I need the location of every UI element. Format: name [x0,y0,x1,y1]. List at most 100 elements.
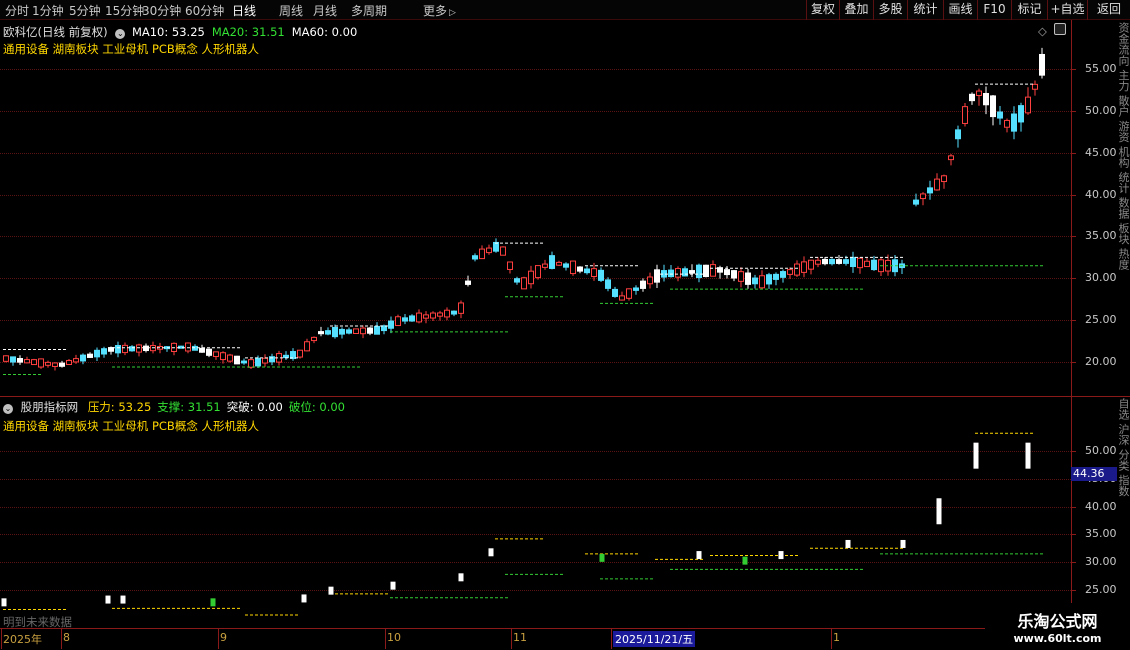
candle-body [668,269,674,278]
indicator-name[interactable]: 股朋指标网 [21,400,79,414]
candle-body [1004,119,1010,128]
candle-body [794,263,800,276]
candle-body [843,259,849,264]
sub-value-0: 压力: 53.25 [87,400,152,414]
candle-body [801,261,807,273]
period-tab-6[interactable]: 日线 [232,2,256,19]
main-ylabel: 55.00 [1085,62,1117,75]
toolbar-button-7[interactable]: +自选 [1047,0,1087,20]
indicator-bar [120,595,126,604]
candle-body [3,355,9,362]
period-tab-5[interactable]: 60分钟 [185,2,224,19]
candle-body [458,302,464,314]
toolbar-button-0[interactable]: 复权 [806,0,839,20]
candle-body [346,329,352,334]
candle-body [591,268,597,278]
x-axis-tick [385,629,386,649]
indicator-bar [301,594,307,603]
x-axis-label-3: 10 [387,631,401,644]
candle-body [493,241,499,252]
candle-body [780,271,786,278]
main-ylabel: 30.00 [1085,271,1117,285]
candle-body [1011,113,1017,132]
candle-body [710,264,716,277]
period-tab-9[interactable]: 多周期 [351,2,387,19]
candle-body [297,349,303,358]
toolbar-button-3[interactable]: 统计 [907,0,943,20]
candle-body [773,273,779,280]
candle-body [374,325,380,335]
sub-value-1: 支撑: 31.51 [157,400,221,414]
candle-body [570,260,576,275]
main-ytick [1071,278,1076,280]
period-tab-0[interactable]: 分时 [5,2,29,19]
candle-body [325,330,331,335]
period-tab-4[interactable]: 30分钟 [142,2,181,19]
toolbar-button-2[interactable]: 多股 [873,0,907,20]
candle-body [472,255,478,260]
period-tab-1[interactable]: 1分钟 [32,2,64,19]
candle-body [87,353,93,358]
candle-body [927,187,933,194]
indicator-bar [742,556,748,565]
sub-ylabel: 35.00 [1085,527,1117,541]
period-tab-8[interactable]: 月线 [313,2,337,19]
candle-body [759,275,765,289]
candle-body [136,344,142,353]
toolbar-button-1[interactable]: 叠加 [839,0,873,20]
candle-body [626,288,632,299]
current-price-tag: 44.36 [1071,467,1117,481]
x-axis-tick [511,629,512,649]
candle-body [787,269,793,275]
toolbar-button-5[interactable]: F10 [977,0,1011,20]
toolbar-button-6[interactable]: 标记 [1011,0,1047,20]
main-right-strip[interactable]: 资金流向 主力 散户 游资 机构 统计 数据 板块 热度 [1117,22,1130,394]
candlestick-chart[interactable] [0,22,1071,394]
candle-body [486,247,492,254]
period-tab-3[interactable]: 15分钟 [105,2,144,19]
candle-body [360,327,366,335]
candle-body [521,277,527,290]
candle-body [73,358,79,363]
sub-right-strip[interactable]: 自选 沪深 分类 指数 [1117,398,1130,608]
sub-chart-header: ⌄ 股朋指标网 压力: 53.25 支撑: 31.51 突破: 0.00 破位: 0.… [3,399,345,415]
toolbar-button-8[interactable]: 返回 [1087,0,1130,20]
candle-body [850,256,856,268]
watermark-url: www.60lt.com [1013,632,1102,645]
indicator-chart[interactable] [0,420,1071,620]
sub-settings-icon[interactable]: ⌄ [3,404,13,414]
candle-body [752,277,758,285]
candle-body [283,354,289,359]
candle-body [45,361,51,366]
main-ytick [1071,69,1076,70]
period-tab-2[interactable]: 5分钟 [69,2,101,19]
x-axis-tick [611,629,612,649]
candle-body [416,312,422,323]
period-tab-10[interactable]: 更多 ▷ [423,2,456,19]
indicator-bar [210,598,216,607]
x-axis-label-0: 2025年 [3,633,42,646]
candle-body [430,312,436,319]
main-ytick [1071,194,1076,196]
main-ytick [1071,362,1076,363]
candle-body [675,268,681,278]
indicator-bar [1,598,7,607]
candle-body [59,362,65,367]
candle-body [199,347,205,353]
candle-body [766,274,772,285]
candle-body [808,259,814,270]
candle-body [507,261,513,270]
sub-ytick [1071,451,1076,452]
indicator-bar [845,539,851,548]
candle-body [1018,105,1024,123]
sub-value-3: 破位: 0.00 [288,400,345,414]
candle-body [976,90,982,96]
candle-body [479,248,485,260]
candle-body [437,312,443,317]
candle-body [311,336,317,342]
main-ylabel: 25.00 [1085,313,1117,327]
toolbar-button-4[interactable]: 画线 [943,0,977,20]
candle-body [738,271,744,282]
period-tab-7[interactable]: 周线 [279,2,303,19]
candle-body [913,199,919,205]
